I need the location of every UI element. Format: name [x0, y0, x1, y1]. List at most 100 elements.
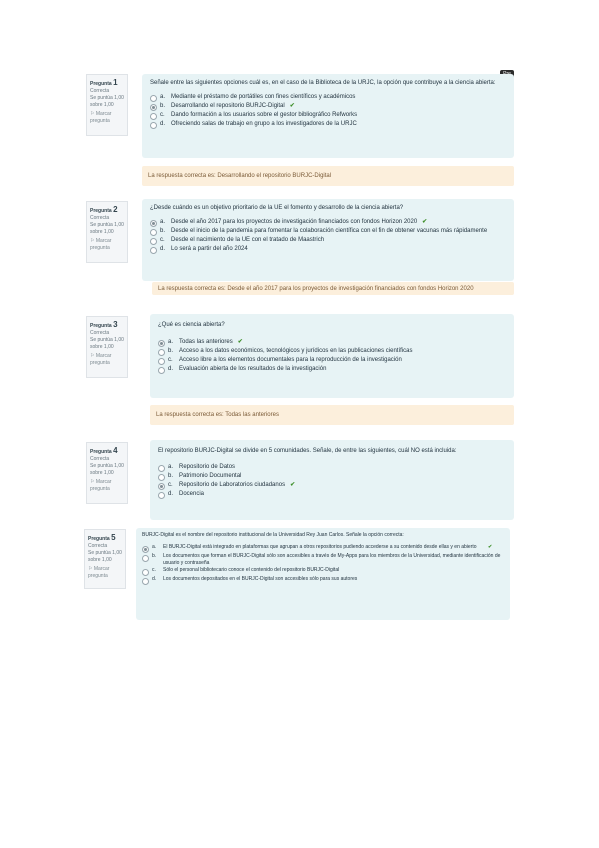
radio-button[interactable] — [150, 247, 157, 254]
flag-question-link[interactable]: ⚐ Marcar pregunta — [90, 353, 124, 367]
question-info-1: Pregunta 1 Correcta Se puntúa 1,00 sobre… — [86, 74, 128, 136]
feedback-text: La respuesta correcta es: Desde el año 2… — [158, 286, 474, 292]
option-c[interactable]: c. Dando formación a los usuarios sobre e… — [150, 111, 506, 120]
radio-button-selected[interactable] — [150, 104, 157, 111]
check-icon: ✔ — [290, 482, 296, 488]
radio-button[interactable] — [158, 358, 165, 365]
option-b[interactable]: b. Patrimonio Documental — [158, 472, 506, 481]
option-text: Evaluación abierta de los resultados de … — [179, 366, 327, 372]
option-letter: b. — [152, 553, 157, 559]
radio-button[interactable] — [150, 113, 157, 120]
radio-button[interactable] — [150, 238, 157, 245]
check-icon: ✔ — [289, 103, 295, 109]
option-text: Desde el nacimiento de la UE con el trat… — [171, 237, 325, 243]
question-score: Se puntúa 1,00 sobre 1,00 — [88, 550, 122, 563]
radio-button[interactable] — [158, 349, 165, 356]
question-info-5: Pregunta 5 Correcta Se puntúa 1,00 sobre… — [84, 529, 126, 589]
radio-button[interactable] — [150, 229, 157, 236]
question-info-2: Pregunta 2 Correcta Se puntúa 1,00 sobre… — [86, 201, 128, 263]
option-a[interactable]: a. El BURJC-Digital está integrado en pla… — [142, 544, 504, 553]
question-card-1: Señale entre las siguientes opciones cuá… — [142, 74, 514, 158]
radio-button[interactable] — [142, 578, 149, 585]
feedback-box-3: La respuesta correcta es: Todas las ante… — [150, 405, 514, 425]
flag-label: Marcar pregunta — [90, 111, 112, 124]
radio-button-selected[interactable] — [158, 483, 165, 490]
radio-button[interactable] — [150, 122, 157, 129]
option-d[interactable]: d. Lo será a partir del año 2024 — [150, 245, 506, 254]
option-c[interactable]: c. Acceso libre a los elementos documenta… — [158, 356, 506, 365]
options-list: a. Desde el año 2017 para los proyectos d… — [150, 218, 506, 254]
option-text: Ofreciendo salas de trabajo en grupo a l… — [171, 121, 357, 127]
flag-icon: ⚐ — [90, 238, 95, 244]
option-d[interactable]: d. Evaluación abierta de los resultados d… — [158, 365, 506, 374]
question-info-4: Pregunta 4 Correcta Se puntúa 1,00 sobre… — [86, 442, 128, 504]
option-d[interactable]: d. Docencia — [158, 490, 506, 499]
check-icon: ✔ — [237, 339, 243, 345]
flag-label: Marcar pregunta — [90, 479, 112, 492]
option-letter: b. — [168, 473, 174, 479]
flag-icon: ⚐ — [88, 566, 93, 572]
flag-question-link[interactable]: ⚐ Marcar pregunta — [90, 238, 124, 252]
option-text: Desde el inicio de la pandemia para fome… — [171, 228, 488, 234]
question-number: 2 — [113, 205, 118, 214]
question-number: 5 — [111, 533, 116, 542]
option-c[interactable]: c. Repositorio de Laboratorios ciudadanos… — [158, 481, 506, 490]
feedback-box-1: La respuesta correcta es: Desarrollando … — [142, 166, 514, 186]
radio-button-selected[interactable] — [150, 220, 157, 227]
option-text: Repositorio de Laboratorios ciudadanos — [179, 482, 286, 488]
option-text: Repositorio de Datos — [179, 464, 236, 470]
option-letter: a. — [168, 464, 174, 470]
flag-icon: ⚐ — [90, 353, 95, 359]
flag-question-link[interactable]: ⚐ Marcar pregunta — [90, 479, 124, 493]
check-icon: ✔ — [488, 544, 493, 550]
option-c[interactable]: c. Sólo el personal bibliotecario conoce … — [142, 567, 504, 576]
option-text: Sólo el personal bibliotecario conoce el… — [163, 567, 340, 573]
question-status: Correcta — [90, 456, 110, 462]
option-text: Mediante el préstamo de portátiles con f… — [171, 94, 356, 100]
radio-button[interactable] — [158, 465, 165, 472]
radio-button[interactable] — [150, 95, 157, 102]
option-letter: b. — [160, 103, 166, 109]
option-a[interactable]: a. Desde el año 2017 para los proyectos d… — [150, 218, 506, 227]
option-a[interactable]: a. Repositorio de Datos — [158, 463, 506, 472]
option-b[interactable]: b. Desde el inicio de la pandemia para fo… — [150, 227, 506, 236]
option-b[interactable]: b. Los documentos que forman el BURJC-Dig… — [142, 553, 504, 567]
radio-button[interactable] — [142, 569, 149, 576]
option-letter: a. — [160, 219, 166, 225]
question-card-4: El repositorio BURJC-Digital se divide e… — [150, 440, 514, 520]
option-text: Patrimonio Documental — [179, 473, 242, 479]
options-list: a. Todas las anteriores ✔ b. Acceso a los d… — [158, 338, 506, 374]
radio-button-selected[interactable] — [158, 340, 165, 347]
question-number: 1 — [113, 78, 118, 87]
option-b[interactable]: b. Desarrollando el repositorio BURJC-Dig… — [150, 102, 506, 111]
option-letter: c. — [168, 482, 173, 488]
option-letter: d. — [160, 246, 166, 252]
question-number: 3 — [113, 320, 118, 329]
question-score: Se puntúa 1,00 sobre 1,00 — [90, 222, 124, 235]
radio-button[interactable] — [158, 492, 165, 499]
option-a[interactable]: a. Todas las anteriores ✔ — [158, 338, 506, 347]
question-status: Correcta — [90, 215, 110, 221]
question-header: Pregunta — [90, 323, 112, 329]
radio-button[interactable] — [158, 474, 165, 481]
option-d[interactable]: d. Ofreciendo salas de trabajo en grupo a… — [150, 120, 506, 129]
option-a[interactable]: a. Mediante el préstamo de portátiles con… — [150, 93, 506, 102]
radio-button[interactable] — [158, 367, 165, 374]
radio-button-selected[interactable] — [142, 546, 149, 553]
option-d[interactable]: d. Los documentos depositados en el BURJC… — [142, 576, 504, 585]
flag-label: Marcar pregunta — [88, 566, 110, 579]
option-letter: d. — [168, 366, 174, 372]
question-score: Se puntúa 1,00 sobre 1,00 — [90, 95, 124, 108]
flag-question-link[interactable]: ⚐ Marcar pregunta — [88, 566, 122, 580]
option-b[interactable]: b. Acceso a los datos económicos, tecnoló… — [158, 347, 506, 356]
feedback-box-2: La respuesta correcta es: Desde el año 2… — [152, 282, 514, 295]
option-text: Desde el año 2017 para los proyectos de … — [171, 219, 418, 225]
option-letter: a. — [152, 544, 157, 550]
flag-question-link[interactable]: ⚐ Marcar pregunta — [90, 111, 124, 125]
option-c[interactable]: c. Desde el nacimiento de la UE con el tr… — [150, 236, 506, 245]
question-text: BURJC-Digital es el nombre del repositor… — [142, 532, 404, 538]
flag-label: Marcar pregunta — [90, 238, 112, 251]
option-text: Acceso libre a los elementos documentale… — [179, 357, 402, 363]
option-letter: d. — [160, 121, 166, 127]
radio-button[interactable] — [142, 555, 149, 562]
